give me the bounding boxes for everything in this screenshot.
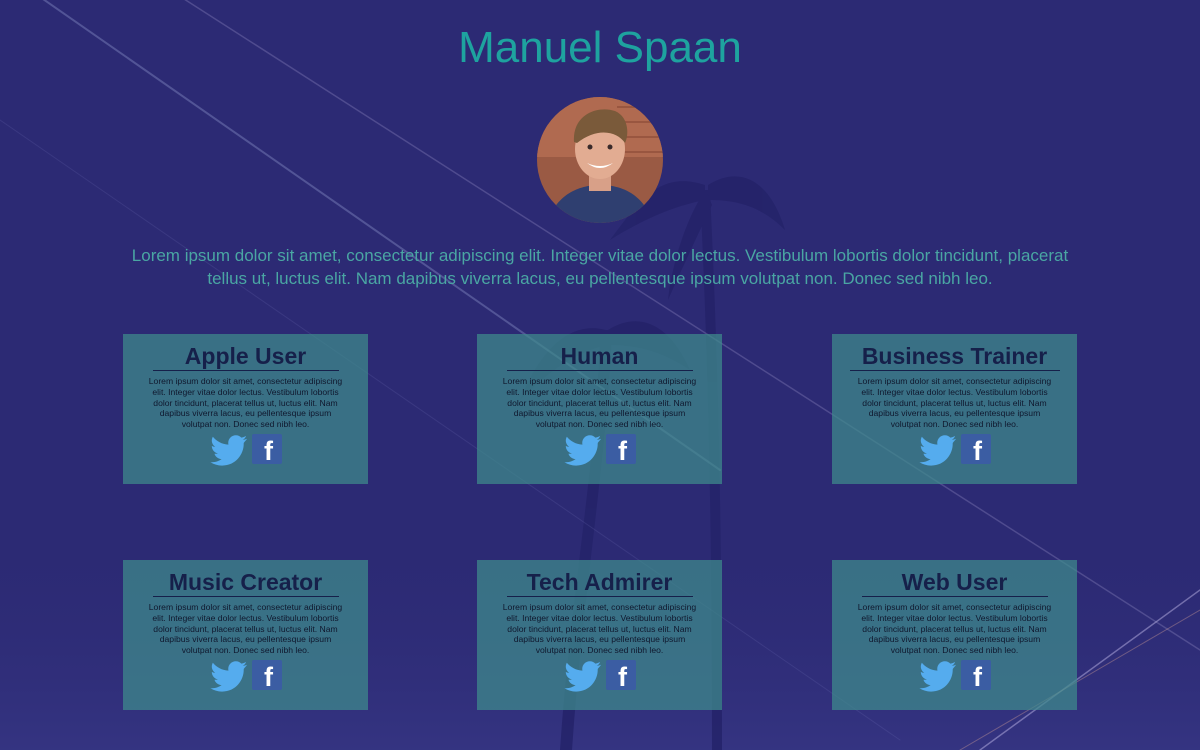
- facebook-glyph: f: [618, 435, 627, 464]
- card-text: Lorem ipsum dolor sit amet, consectetur …: [857, 602, 1052, 656]
- social-links: f: [832, 433, 1077, 466]
- facebook-glyph: f: [973, 435, 982, 464]
- social-links: f: [477, 659, 722, 692]
- social-links: f: [123, 433, 368, 466]
- facebook-icon[interactable]: f: [605, 659, 636, 690]
- facebook-glyph: f: [618, 661, 627, 690]
- card-tech-admirer: Tech Admirer Lorem ipsum dolor sit amet,…: [477, 560, 722, 710]
- social-links: f: [477, 433, 722, 466]
- card-title: Music Creator: [168, 569, 323, 595]
- card-title: Web User: [901, 569, 1008, 595]
- twitter-icon[interactable]: [563, 434, 602, 466]
- facebook-glyph: f: [973, 661, 982, 690]
- card-title: Tech Admirer: [526, 569, 673, 595]
- avatar-portrait: [537, 97, 663, 223]
- card-title-underline: Business Trainer: [849, 343, 1060, 371]
- card-business-trainer: Business Trainer Lorem ipsum dolor sit a…: [832, 334, 1077, 484]
- card-title-underline: Human: [506, 343, 693, 371]
- avatar: [537, 97, 663, 223]
- card-apple-user: Apple User Lorem ipsum dolor sit amet, c…: [123, 334, 368, 484]
- social-links: f: [123, 659, 368, 692]
- card-text: Lorem ipsum dolor sit amet, consectetur …: [502, 602, 697, 656]
- card-text: Lorem ipsum dolor sit amet, consectetur …: [857, 376, 1052, 430]
- page-content: Manuel Spaan Lorem ipsum dolor sit amet,…: [0, 0, 1200, 750]
- card-title-underline: Tech Admirer: [506, 569, 693, 597]
- facebook-glyph: f: [264, 661, 273, 690]
- card-human: Human Lorem ipsum dolor sit amet, consec…: [477, 334, 722, 484]
- card-title-underline: Music Creator: [152, 569, 339, 597]
- facebook-icon[interactable]: f: [251, 433, 282, 464]
- twitter-icon[interactable]: [563, 660, 602, 692]
- card-web-user: Web User Lorem ipsum dolor sit amet, con…: [832, 560, 1077, 710]
- twitter-icon[interactable]: [918, 434, 957, 466]
- page-title: Manuel Spaan: [458, 23, 742, 72]
- facebook-glyph: f: [264, 435, 273, 464]
- facebook-icon[interactable]: f: [251, 659, 282, 690]
- card-title: Human: [560, 343, 639, 369]
- card-title-underline: Web User: [861, 569, 1048, 597]
- facebook-icon[interactable]: f: [960, 433, 991, 464]
- card-title: Apple User: [184, 343, 307, 369]
- card-title: Business Trainer: [861, 343, 1048, 369]
- card-music-creator: Music Creator Lorem ipsum dolor sit amet…: [123, 560, 368, 710]
- card-text: Lorem ipsum dolor sit amet, consectetur …: [148, 602, 343, 656]
- twitter-icon[interactable]: [209, 660, 248, 692]
- card-text: Lorem ipsum dolor sit amet, consectetur …: [502, 376, 697, 430]
- card-title-underline: Apple User: [152, 343, 339, 371]
- social-links: f: [832, 659, 1077, 692]
- facebook-icon[interactable]: f: [960, 659, 991, 690]
- intro-text: Lorem ipsum dolor sit amet, consectetur …: [131, 246, 1069, 288]
- card-text: Lorem ipsum dolor sit amet, consectetur …: [148, 376, 343, 430]
- twitter-icon[interactable]: [209, 434, 248, 466]
- facebook-icon[interactable]: f: [605, 433, 636, 464]
- twitter-icon[interactable]: [918, 660, 957, 692]
